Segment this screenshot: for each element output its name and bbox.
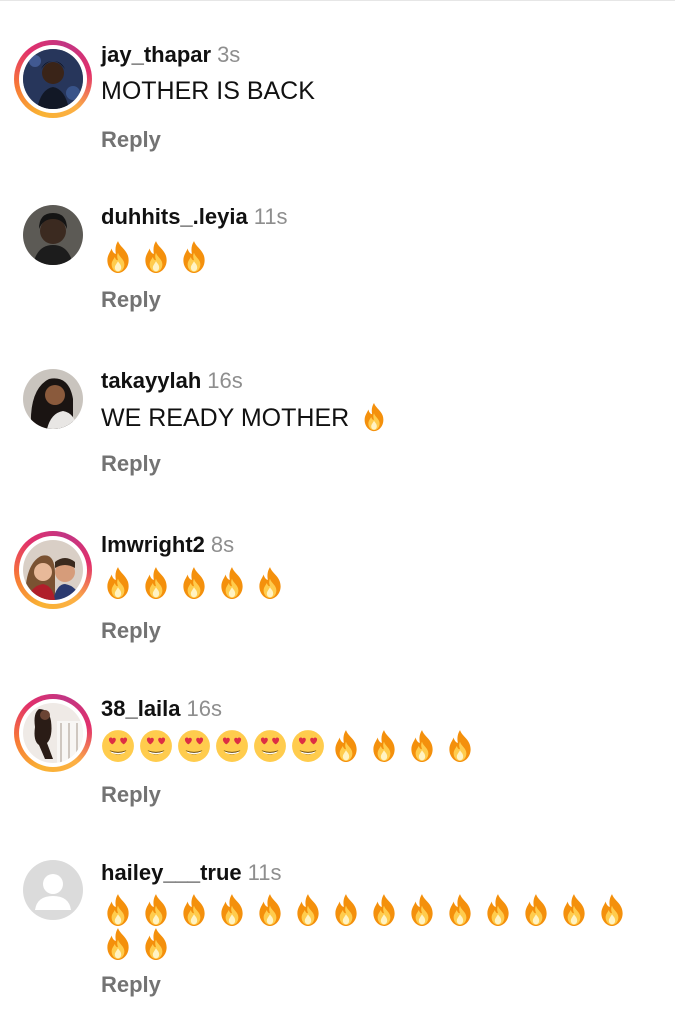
fire-emoji (215, 893, 249, 927)
fire-emoji (359, 402, 389, 442)
username[interactable]: jay_thapar (101, 42, 211, 67)
avatar-wrapper[interactable] (14, 196, 92, 274)
fire-emoji (367, 893, 401, 927)
username[interactable]: hailey___true (101, 860, 242, 885)
timestamp: 11s (247, 860, 282, 885)
fire-emoji (329, 729, 363, 763)
heart-eyes-emoji (215, 729, 249, 763)
avatar-story-ring[interactable] (14, 694, 92, 772)
fire-emoji (253, 893, 287, 927)
avatar (23, 860, 83, 920)
username[interactable]: 38_laila (101, 696, 181, 721)
fire-emoji (481, 893, 515, 927)
emoji-row (101, 566, 661, 600)
comment-header: hailey___true 11s (101, 858, 281, 888)
fire-emoji (101, 240, 135, 274)
username[interactable]: duhhits_.leyia (101, 204, 248, 229)
reply-button[interactable]: Reply (101, 451, 161, 477)
timestamp: 11s (253, 204, 288, 229)
heart-eyes-emoji (253, 729, 287, 763)
avatar (23, 49, 83, 109)
heart-eyes-emoji (139, 729, 173, 763)
comment-header: takayylah 16s (101, 366, 243, 396)
comment-header: 38_laila 16s (101, 694, 222, 724)
timestamp: 16s (186, 696, 222, 721)
username[interactable]: lmwright2 (101, 532, 205, 557)
avatar-wrapper[interactable] (14, 360, 92, 438)
fire-emoji (177, 566, 211, 600)
emoji-row (101, 729, 661, 763)
comment-text-content: WE READY MOTHER (101, 404, 350, 432)
avatar-story-ring[interactable] (14, 531, 92, 609)
fire-emoji (139, 927, 173, 961)
comment-header: jay_thapar 3s (101, 40, 240, 70)
fire-emoji (215, 566, 249, 600)
comment-text: MOTHER IS BACK (101, 77, 315, 105)
avatar-story-ring[interactable] (14, 40, 92, 118)
avatar (23, 205, 83, 265)
reply-button[interactable]: Reply (101, 127, 161, 153)
emoji-row (101, 240, 661, 274)
username[interactable]: takayylah (101, 368, 201, 393)
fire-emoji (519, 893, 553, 927)
fire-emoji (329, 893, 363, 927)
reply-button[interactable]: Reply (101, 618, 161, 644)
fire-emoji (443, 729, 477, 763)
fire-emoji (291, 893, 325, 927)
heart-eyes-emoji (177, 729, 211, 763)
reply-button[interactable]: Reply (101, 782, 161, 808)
fire-emoji (139, 566, 173, 600)
fire-emoji (405, 729, 439, 763)
comment-header: duhhits_.leyia 11s (101, 202, 288, 232)
fire-emoji (101, 927, 135, 961)
heart-eyes-emoji (101, 729, 135, 763)
fire-emoji (253, 566, 287, 600)
avatar-wrapper[interactable] (14, 851, 92, 929)
timestamp: 3s (217, 42, 241, 67)
timestamp: 16s (207, 368, 243, 393)
avatar (23, 540, 83, 600)
fire-emoji (177, 240, 211, 274)
avatar (23, 703, 83, 763)
fire-emoji (405, 893, 439, 927)
fire-emoji (101, 893, 135, 927)
reply-button[interactable]: Reply (101, 972, 161, 998)
default-avatar-icon (23, 860, 83, 920)
fire-emoji (443, 893, 477, 927)
emoji-row (101, 893, 661, 961)
comment-text: WE READY MOTHER (101, 400, 661, 442)
fire-emoji (177, 893, 211, 927)
timestamp: 8s (210, 532, 235, 557)
avatar (23, 369, 83, 429)
fire-emoji (367, 729, 401, 763)
top-divider (0, 0, 675, 1)
comment-header: lmwright2 8s (101, 530, 234, 560)
reply-button[interactable]: Reply (101, 287, 161, 313)
fire-emoji (139, 893, 173, 927)
fire-emoji (101, 566, 135, 600)
fire-emoji (557, 893, 591, 927)
fire-emoji (595, 893, 629, 927)
heart-eyes-emoji (291, 729, 325, 763)
fire-emoji (139, 240, 173, 274)
